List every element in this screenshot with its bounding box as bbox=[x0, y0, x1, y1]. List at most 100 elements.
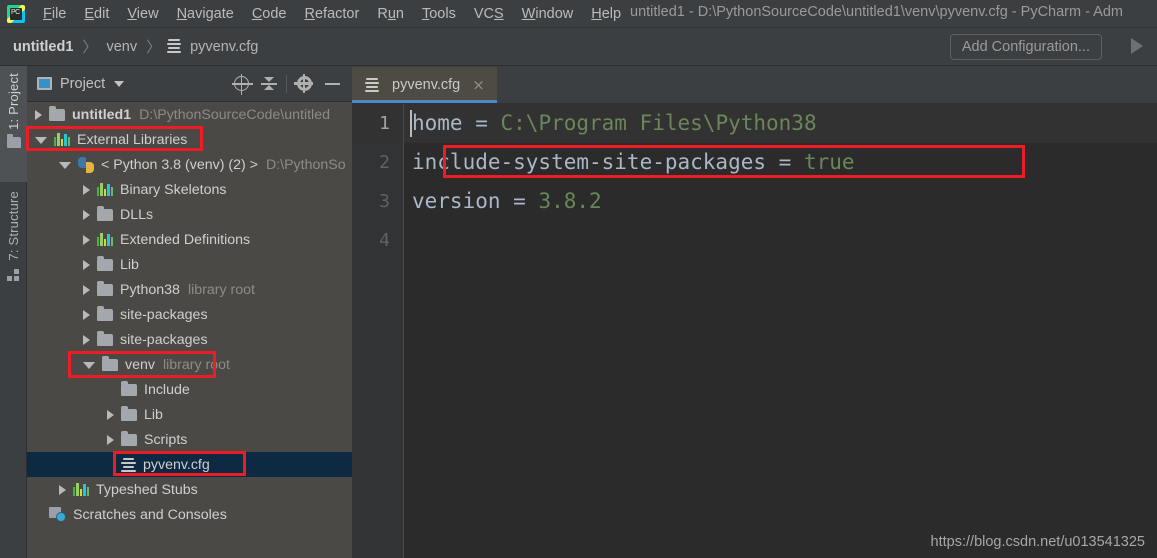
pycharm-window: PC File Edit View Navigate Code Refactor Run To… bbox=[0, 0, 1157, 558]
code-line[interactable] bbox=[404, 221, 1157, 260]
folder-icon bbox=[97, 280, 113, 296]
structure-icon bbox=[6, 268, 21, 281]
tree-row-note: library root bbox=[187, 281, 255, 298]
expand-arrow-icon[interactable] bbox=[83, 284, 90, 295]
expand-arrow-icon[interactable] bbox=[59, 484, 66, 495]
folder-icon bbox=[121, 405, 137, 421]
tree-row-label: Scripts bbox=[144, 431, 188, 448]
tree-row[interactable]: DLLs bbox=[27, 202, 352, 227]
code-line[interactable]: include-system-site-packages = true bbox=[404, 143, 1157, 182]
expand-arrow-icon[interactable] bbox=[83, 334, 90, 345]
code-key: include-system-site-packages bbox=[412, 150, 767, 174]
pycharm-logo-text: PC bbox=[11, 8, 20, 16]
settings-button[interactable] bbox=[290, 70, 318, 98]
expand-arrow-icon[interactable] bbox=[83, 184, 90, 195]
tree-row-note: library root bbox=[162, 356, 230, 373]
locate-file-button[interactable] bbox=[227, 70, 255, 98]
tree-row[interactable]: Include bbox=[27, 377, 352, 402]
folder-icon bbox=[121, 430, 137, 446]
tree-row[interactable]: Typeshed Stubs bbox=[27, 477, 352, 502]
menu-item-window[interactable]: Window bbox=[513, 4, 583, 24]
hide-panel-button[interactable] bbox=[318, 70, 346, 98]
run-triangle-icon[interactable] bbox=[1131, 38, 1143, 54]
project-panel-title: Project bbox=[60, 75, 106, 92]
editor-tab-pyvenv-cfg[interactable]: pyvenv.cfg × bbox=[352, 67, 497, 103]
project-tool-window: Project untitled1 D:\PythonSourceCode\unt… bbox=[27, 66, 352, 558]
menu-item-view[interactable]: View bbox=[118, 4, 167, 24]
collapse-all-icon bbox=[261, 76, 277, 91]
tree-row[interactable]: site-packages bbox=[27, 302, 352, 327]
collapse-arrow-icon[interactable] bbox=[35, 137, 47, 144]
project-tree[interactable]: untitled1 D:\PythonSourceCode\untitled Ext… bbox=[27, 102, 352, 558]
sidebar-item-structure[interactable]: 7: Structure bbox=[0, 184, 27, 319]
tree-row[interactable]: site-packages bbox=[27, 327, 352, 352]
expand-arrow-icon[interactable] bbox=[107, 434, 114, 445]
code-value: 3.8.2 bbox=[538, 189, 602, 213]
expand-arrow-icon[interactable] bbox=[107, 409, 114, 420]
menu-item-run[interactable]: Run bbox=[368, 4, 413, 24]
expand-arrow-icon[interactable] bbox=[83, 234, 90, 245]
breadcrumb-item-venv[interactable]: venv bbox=[103, 39, 140, 55]
editor-tab-label: pyvenv.cfg bbox=[392, 77, 461, 93]
folder-icon bbox=[49, 105, 65, 121]
expand-arrow-icon[interactable] bbox=[83, 309, 90, 320]
breadcrumb-item-pyvenv-cfg[interactable]: pyvenv.cfg bbox=[187, 39, 261, 55]
add-configuration-button[interactable]: Add Configuration... bbox=[949, 34, 1102, 60]
tree-row[interactable]: venv library root bbox=[27, 352, 352, 377]
breadcrumb-item-project[interactable]: untitled1 bbox=[10, 39, 76, 55]
tree-row[interactable]: Extended Definitions bbox=[27, 227, 352, 252]
menu-item-refactor[interactable]: Refactor bbox=[296, 4, 369, 24]
code-key: home bbox=[412, 111, 463, 135]
menu-item-code[interactable]: Code bbox=[243, 4, 296, 24]
breadcrumb-separator: 〉 bbox=[82, 38, 98, 56]
minimize-icon bbox=[324, 82, 340, 85]
chevron-down-icon[interactable] bbox=[114, 80, 125, 87]
collapse-arrow-icon[interactable] bbox=[83, 362, 95, 369]
menu-item-vcs[interactable]: VCS bbox=[465, 4, 513, 24]
menu-item-file[interactable]: File bbox=[34, 4, 75, 24]
collapse-all-button[interactable] bbox=[255, 70, 283, 98]
line-number: 1 bbox=[352, 104, 403, 143]
code-line[interactable]: version = 3.8.2 bbox=[404, 182, 1157, 221]
code-editor[interactable]: 1234 home = C:\Program Files\Python38 inc… bbox=[352, 104, 1157, 558]
target-icon bbox=[231, 74, 253, 95]
tree-row[interactable]: pyvenv.cfg bbox=[27, 452, 352, 477]
collapse-arrow-icon[interactable] bbox=[59, 162, 71, 169]
folder-icon bbox=[121, 380, 137, 396]
close-icon[interactable]: × bbox=[472, 77, 485, 93]
menu-item-edit[interactable]: Edit bbox=[75, 4, 118, 24]
tree-row[interactable]: Python38 library root bbox=[27, 277, 352, 302]
code-line[interactable]: home = C:\Program Files\Python38 bbox=[404, 104, 1157, 143]
tree-row[interactable]: < Python 3.8 (venv) (2) > D:\PythonSo bbox=[27, 152, 352, 177]
tree-row[interactable]: External Libraries bbox=[27, 127, 352, 152]
tree-row[interactable]: Scratches and Consoles bbox=[27, 502, 352, 527]
sidebar-item-project[interactable]: 1: Project bbox=[0, 66, 27, 182]
menu-item-help[interactable]: Help bbox=[582, 4, 630, 24]
tree-row[interactable]: Lib bbox=[27, 402, 352, 427]
menu-item-navigate[interactable]: Navigate bbox=[168, 4, 243, 24]
config-file-icon bbox=[365, 77, 379, 93]
line-number: 4 bbox=[379, 230, 390, 251]
project-panel-actions bbox=[227, 70, 346, 98]
watermark-text: https://blog.csdn.net/u013541325 bbox=[930, 534, 1145, 550]
tree-row-label: Binary Skeletons bbox=[120, 181, 227, 198]
code-content[interactable]: home = C:\Program Files\Python38 include-… bbox=[404, 104, 1157, 558]
menu-item-tools[interactable]: Tools bbox=[413, 4, 465, 24]
breadcrumb-separator: 〉 bbox=[146, 38, 162, 56]
tree-row[interactable]: untitled1 D:\PythonSourceCode\untitled bbox=[27, 102, 352, 127]
line-number-gutter: 1 2 3 4 bbox=[352, 104, 404, 558]
tree-row[interactable]: Scripts bbox=[27, 427, 352, 452]
line-number: 3 bbox=[379, 191, 390, 212]
tree-row-label: External Libraries bbox=[77, 131, 188, 148]
text-caret bbox=[410, 110, 412, 137]
tree-row[interactable]: Binary Skeletons bbox=[27, 177, 352, 202]
expand-arrow-icon[interactable] bbox=[35, 109, 42, 120]
tree-row-label: site-packages bbox=[120, 306, 208, 323]
tree-row[interactable]: Lib bbox=[27, 252, 352, 277]
expand-arrow-icon[interactable] bbox=[83, 259, 90, 270]
code-value: C:\Program Files\Python38 bbox=[500, 111, 817, 135]
expand-arrow-icon[interactable] bbox=[83, 209, 90, 220]
tree-row-label: DLLs bbox=[120, 206, 154, 223]
breadcrumb: untitled1 〉 venv 〉 pyvenv.cfg bbox=[10, 36, 261, 57]
folder-icon bbox=[97, 305, 113, 321]
